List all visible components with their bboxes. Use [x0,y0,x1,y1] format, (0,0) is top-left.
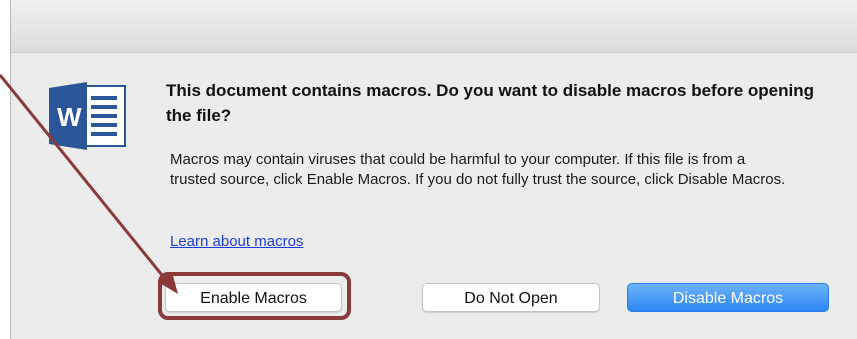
learn-about-macros-link[interactable]: Learn about macros [170,233,303,250]
word-icon-letter: W [57,102,82,132]
enable-macros-button[interactable]: Enable Macros [165,283,342,312]
screenshot-stage: W This document contains macros. Do you … [0,0,857,339]
word-icon: W [49,82,126,150]
dialog-heading: This document contains macros. Do you wa… [166,81,814,125]
dialog-message: Macros may contain viruses that could be… [170,151,786,188]
disable-macros-button[interactable]: Disable Macros [627,283,829,312]
do-not-open-button[interactable]: Do Not Open [422,283,600,312]
dialog-titlebar [11,0,857,53]
